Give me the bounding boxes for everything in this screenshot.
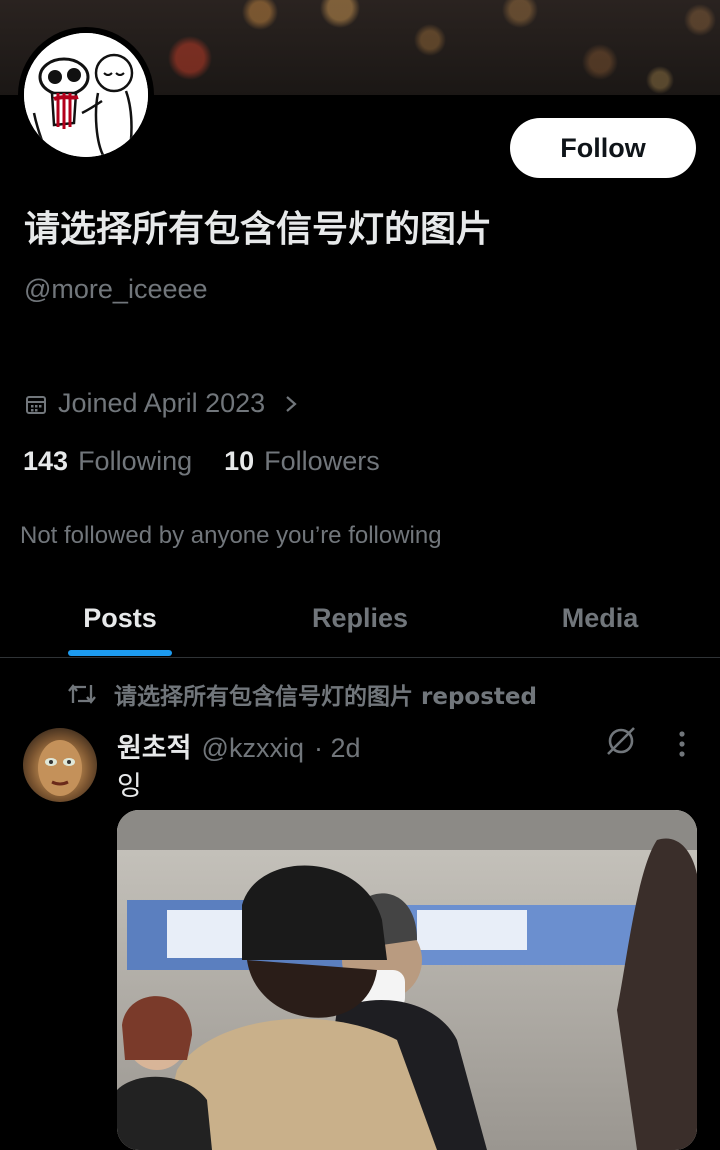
post-avatar-face [38,740,82,796]
profile-handle: @more_iceeee [24,274,208,304]
repost-label: 请选择所有包含信号灯的图片 reposted [114,684,537,710]
followers-count: 10 [224,446,255,476]
not-followed-note: Not followed by anyone you’re following [20,522,442,549]
follow-button[interactable]: Follow [510,118,696,178]
post-author-handle[interactable]: @kzxxiq [202,733,304,764]
avatar-drawing [24,33,148,157]
more-icon[interactable] [670,728,694,760]
post-text: 잉 [117,771,142,802]
post-header: 원초적 @kzxxiq · 2d [117,726,361,765]
repost-context[interactable]: 请选择所有包含信号灯的图片 reposted [66,677,537,711]
following-stat[interactable]: 143 Following [23,446,192,477]
joined-date[interactable]: Joined April 2023 [24,388,301,419]
following-count: 143 [23,446,69,476]
calendar-icon [26,395,46,414]
joined-label: Joined April 2023 [58,388,266,418]
profile-tabs: Posts Replies Media [0,580,720,658]
post-media-image[interactable] [117,810,697,1150]
tab-media[interactable]: Media [480,580,720,657]
followers-stat[interactable]: 10 Followers [224,446,380,477]
grok-icon[interactable] [604,724,638,758]
followers-label: Followers [264,446,380,476]
repost-icon [68,684,96,704]
post-author-avatar[interactable] [23,728,97,802]
post-author-name[interactable]: 원초적 [117,726,192,765]
profile-display-name: 请选择所有包含信号灯的图片 [24,209,493,250]
following-label: Following [78,446,193,476]
tab-replies[interactable]: Replies [240,580,480,657]
profile-avatar[interactable] [18,27,154,163]
tab-posts[interactable]: Posts [0,580,240,657]
media-photo [117,810,697,1150]
chevron-right-icon [286,395,297,412]
active-tab-indicator [68,650,172,656]
post-timestamp[interactable]: · 2d [314,733,361,764]
follow-stats: 143 Following 10 Followers [23,446,380,477]
